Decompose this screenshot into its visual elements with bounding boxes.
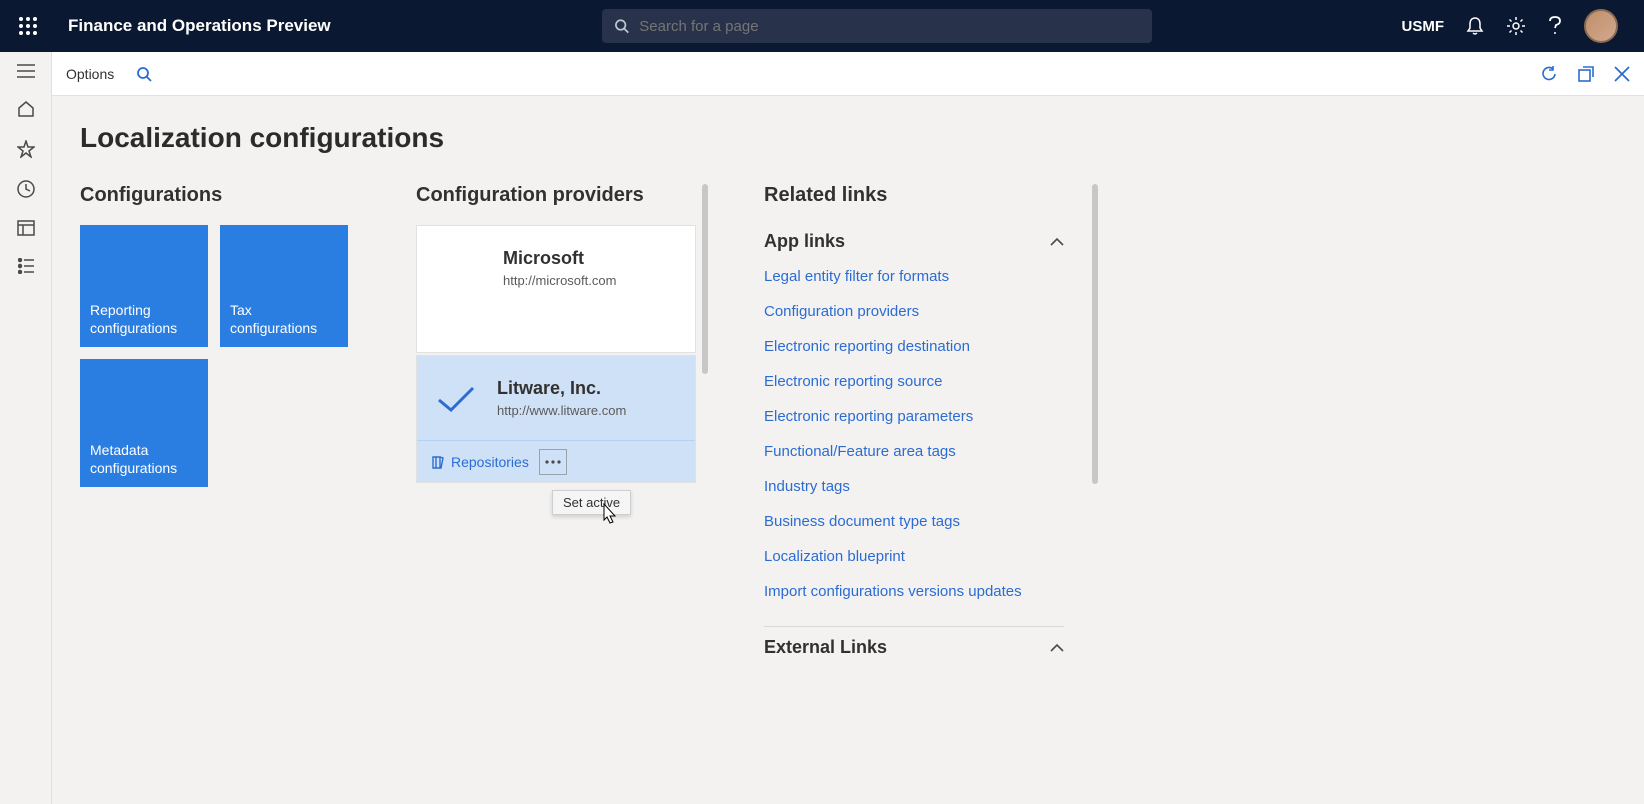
mouse-cursor-icon — [598, 503, 618, 527]
tile-metadata[interactable]: Metadata configurations — [80, 359, 208, 487]
tile-reporting[interactable]: Reporting configurations — [80, 225, 208, 347]
search-wrap — [371, 9, 1384, 43]
avatar[interactable] — [1584, 9, 1618, 43]
link-er-source[interactable]: Electronic reporting source — [764, 373, 1064, 390]
provider-name: Litware, Inc. — [497, 378, 626, 399]
popout-icon[interactable] — [1578, 66, 1594, 82]
tile-tax[interactable]: Tax configurations — [220, 225, 348, 347]
help-icon[interactable] — [1548, 16, 1562, 36]
provider-name: Microsoft — [503, 248, 616, 269]
page-search-icon[interactable] — [136, 66, 152, 82]
page-title: Localization configurations — [80, 122, 1616, 154]
provider-litware-card[interactable]: Litware, Inc. http://www.litware.com Rep… — [416, 355, 696, 483]
gear-icon[interactable] — [1506, 16, 1526, 36]
left-nav-rail — [0, 52, 52, 804]
link-industry-tags[interactable]: Industry tags — [764, 478, 1064, 495]
app-links-list: Legal entity filter for formats Configur… — [764, 258, 1064, 622]
repositories-link[interactable]: Repositories — [431, 454, 529, 470]
divider — [764, 626, 1064, 627]
link-config-providers[interactable]: Configuration providers — [764, 303, 1064, 320]
providers-scrollbar[interactable] — [702, 184, 708, 644]
chevron-up-icon — [1050, 237, 1064, 247]
link-er-destination[interactable]: Electronic reporting destination — [764, 338, 1064, 355]
link-legal-entity-filter[interactable]: Legal entity filter for formats — [764, 268, 1064, 285]
favorites-icon[interactable] — [17, 140, 35, 158]
related-heading: Related links — [764, 184, 1064, 207]
checkmark-icon — [435, 384, 477, 416]
providers-heading: Configuration providers — [416, 184, 696, 207]
close-icon[interactable] — [1614, 66, 1630, 82]
home-icon[interactable] — [17, 100, 35, 118]
external-links-header[interactable]: External Links — [764, 631, 1064, 664]
more-actions-button[interactable] — [539, 449, 567, 475]
global-search[interactable] — [602, 9, 1152, 43]
hamburger-icon[interactable] — [17, 64, 35, 78]
options-menu[interactable]: Options — [66, 66, 114, 82]
provider-microsoft-card[interactable]: Microsoft http://microsoft.com — [416, 225, 696, 353]
global-nav: Finance and Operations Preview USMF — [0, 0, 1644, 52]
link-loc-blueprint[interactable]: Localization blueprint — [764, 548, 1064, 565]
command-bar: Options — [52, 52, 1644, 96]
app-title: Finance and Operations Preview — [68, 16, 331, 36]
related-scrollbar[interactable] — [1092, 184, 1098, 644]
link-import-config[interactable]: Import configurations versions updates — [764, 583, 1064, 600]
modules-icon[interactable] — [18, 258, 34, 274]
chevron-up-icon — [1050, 643, 1064, 653]
notifications-icon[interactable] — [1466, 16, 1484, 36]
workspaces-icon[interactable] — [17, 220, 35, 236]
providers-section: Configuration providers Microsoft http:/… — [416, 184, 696, 664]
link-er-parameters[interactable]: Electronic reporting parameters — [764, 408, 1064, 425]
provider-url: http://microsoft.com — [503, 273, 616, 288]
configurations-section: Configurations Reporting configurations … — [80, 184, 360, 664]
search-input[interactable] — [639, 18, 1140, 35]
configurations-heading: Configurations — [80, 184, 360, 207]
company-selector[interactable]: USMF — [1402, 18, 1445, 35]
nav-right: USMF — [1384, 9, 1637, 43]
refresh-icon[interactable] — [1540, 65, 1558, 83]
app-launcher-icon[interactable] — [8, 17, 48, 35]
link-doc-type-tags[interactable]: Business document type tags — [764, 513, 1064, 530]
recent-icon[interactable] — [17, 180, 35, 198]
related-links-section: Related links App links Legal entity fil… — [764, 184, 1064, 664]
context-menu-item[interactable]: Set active — [552, 490, 631, 515]
app-links-header[interactable]: App links — [764, 225, 1064, 258]
page-content: Localization configurations Configuratio… — [52, 96, 1644, 804]
provider-url: http://www.litware.com — [497, 403, 626, 418]
link-feature-tags[interactable]: Functional/Feature area tags — [764, 443, 1064, 460]
